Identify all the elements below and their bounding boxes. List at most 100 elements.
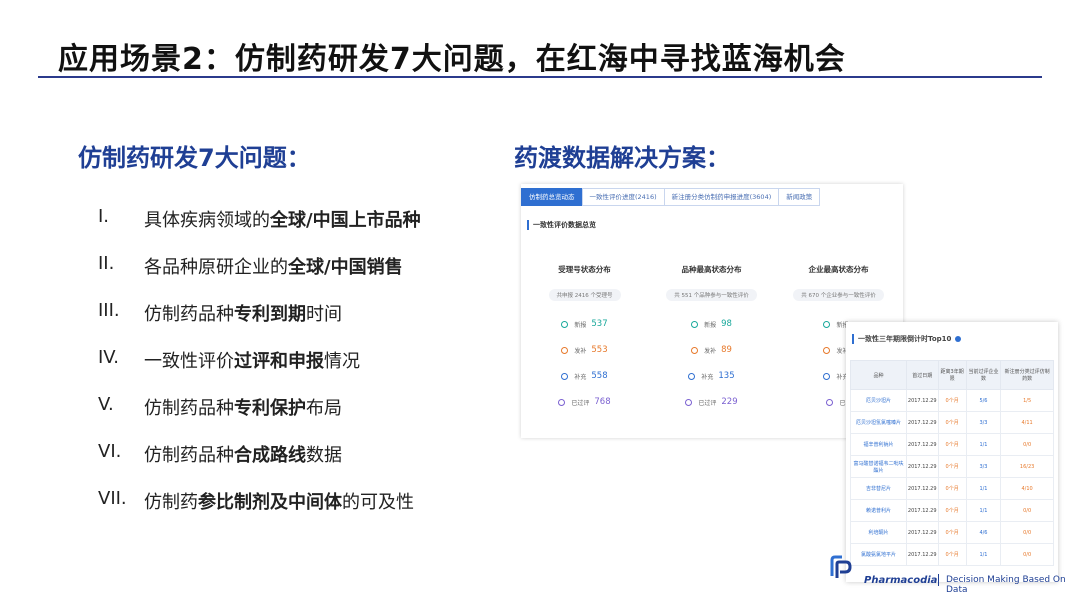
- cell-passed: 3/3: [965, 411, 1002, 434]
- item-text: 仿制药品种: [144, 304, 234, 325]
- solutions-heading: 药渡数据解决方案：: [514, 144, 730, 172]
- tab-generic-overview[interactable]: 仿制药总览动态: [521, 188, 583, 206]
- brand-tagline: Decision Making Based On Data: [946, 575, 1066, 595]
- cell-countdown: 0个月: [937, 455, 967, 478]
- item-number: IV.: [98, 347, 120, 368]
- table-row[interactable]: 福辛普利钠片 2017.12.29 0个月 1/1 0/0: [850, 433, 1054, 456]
- table-row[interactable]: 氯酸氨氯地平片 2017.12.29 0个月 1/1 0/0: [850, 543, 1054, 566]
- column-header: 首过日期: [905, 360, 939, 390]
- cell-drug[interactable]: 福辛普利钠片: [850, 433, 907, 456]
- table-row[interactable]: 赖诺普利片 2017.12.29 0个月 1/1 0/0: [850, 499, 1054, 522]
- stat-value: 89: [721, 345, 732, 355]
- column-heading: 受理号状态分布: [558, 265, 611, 274]
- stat-label: 补充: [574, 373, 587, 381]
- pharmacodia-logo-icon: [830, 555, 852, 578]
- stat-value: 553: [591, 345, 608, 355]
- item-number: VI.: [98, 441, 122, 462]
- table-row[interactable]: 利培酮片 2017.12.29 0个月 4/6 0/0: [850, 521, 1054, 544]
- table-row[interactable]: 厄贝沙坦氢氯噻嗪片 2017.12.29 0个月 3/3 4/11: [850, 411, 1054, 434]
- status-dot-icon: [561, 372, 569, 380]
- table-row[interactable]: 吉非替尼片 2017.12.29 0个月 1/1 4/10: [850, 477, 1054, 500]
- item-text: 布局: [306, 398, 342, 419]
- cell-drug[interactable]: 富马酸替诺福韦二吡呋酯片: [850, 455, 907, 478]
- table-row[interactable]: 富马酸替诺福韦二吡呋酯片 2017.12.29 0个月 3/3 16/23: [850, 455, 1054, 478]
- column-heading: 企业最高状态分布: [808, 265, 869, 274]
- column-header: 品种: [850, 360, 907, 390]
- cell-passed: 1/1: [965, 477, 1002, 500]
- panel-tabs: 仿制药总览动态 一致性评价进度(2416) 新注册分类仿制药申报进度(3604)…: [521, 188, 821, 206]
- stat-label: 已过评: [698, 399, 717, 407]
- item-number: V.: [98, 394, 114, 415]
- stat-label: 已: [839, 399, 846, 407]
- stat-row: 发补 89: [648, 337, 775, 363]
- tab-new-registration-progress[interactable]: 新注册分类仿制药申报进度(3604): [663, 188, 780, 206]
- stat-label: 新报: [704, 321, 717, 329]
- stat-value: 537: [591, 319, 608, 329]
- total-pill: 共 551 个品种参与一致性评价: [666, 289, 757, 301]
- cell-date: 2017.12.29: [905, 477, 939, 500]
- item-text: 具体疾病领域的: [144, 210, 270, 231]
- item-number: II.: [98, 253, 115, 274]
- column-header: 距离3年期限: [937, 360, 967, 390]
- cell-date: 2017.12.29: [905, 521, 939, 544]
- stat-value: 98: [721, 319, 732, 329]
- title-divider: [38, 76, 1042, 78]
- cell-passed: 1/1: [965, 499, 1002, 522]
- info-icon[interactable]: [955, 336, 962, 342]
- cell-new-class: 0/0: [1000, 521, 1054, 544]
- table-row[interactable]: 厄贝沙坦片 2017.12.29 0个月 5/6 1/5: [850, 389, 1054, 412]
- top10-table: 品种 首过日期 距离3年期限 当前过评企业数 新注册分类过评仿制药数 厄贝沙坦片…: [850, 360, 1054, 566]
- item-text: 时间: [306, 304, 342, 325]
- stat-value: 229: [721, 397, 738, 407]
- stat-value: 558: [591, 371, 608, 381]
- cell-drug[interactable]: 厄贝沙坦氢氯噻嗪片: [850, 411, 907, 434]
- cell-drug[interactable]: 赖诺普利片: [850, 499, 907, 522]
- cell-date: 2017.12.29: [905, 433, 939, 456]
- cell-drug[interactable]: 厄贝沙坦片: [850, 389, 907, 412]
- tab-news-policy[interactable]: 新闻政策: [778, 188, 821, 206]
- total-pill: 共 670 个企业参与一致性评价: [793, 289, 884, 301]
- item-text: 仿制药: [144, 492, 198, 513]
- item-bold: 合成路线: [234, 445, 306, 466]
- list-item: II. 各品种原研企业的全球/中国销售: [98, 253, 421, 300]
- status-dot-icon: [688, 372, 696, 380]
- list-item: V. 仿制药品种专利保护布局: [98, 394, 421, 441]
- stat-row: 新报 537: [521, 311, 648, 337]
- list-item: III. 仿制药品种专利到期时间: [98, 300, 421, 347]
- item-bold: 专利保护: [234, 398, 306, 419]
- cell-countdown: 0个月: [937, 499, 967, 522]
- cell-date: 2017.12.29: [905, 499, 939, 522]
- stat-label: 发补: [704, 347, 717, 355]
- item-text: 仿制药品种: [144, 445, 234, 466]
- stat-column: 品种最高状态分布 共 551 个品种参与一致性评价 新报 98 发补 89 补充 13…: [648, 264, 775, 415]
- status-dot-icon: [823, 372, 831, 380]
- item-text: 的可及性: [342, 492, 414, 513]
- list-item: IV. 一致性评价过评和申报情况: [98, 347, 421, 394]
- cell-countdown: 0个月: [937, 411, 967, 434]
- item-text: 情况: [324, 351, 360, 372]
- stat-row: 补充 135: [648, 363, 775, 389]
- item-text: 各品种原研企业的: [144, 257, 288, 278]
- cell-date: 2017.12.29: [905, 411, 939, 434]
- item-number: I.: [98, 206, 110, 227]
- stat-label: 发补: [574, 347, 587, 355]
- item-bold: 全球/中国上市品种: [270, 210, 421, 231]
- stat-row: 已过评 229: [648, 389, 775, 415]
- cell-drug[interactable]: 氯酸氨氯地平片: [850, 543, 907, 566]
- status-dot-icon: [691, 320, 699, 328]
- status-dot-icon: [691, 346, 699, 354]
- cell-drug[interactable]: 吉非替尼片: [850, 477, 907, 500]
- panel-title: 一致性三年期限倒计时Top10: [852, 334, 962, 344]
- total-pill: 共申报 2416 个受理号: [548, 289, 621, 301]
- panel-subtitle: 一致性评价数据总览: [527, 220, 596, 230]
- item-text: 数据: [306, 445, 342, 466]
- column-heading: 品种最高状态分布: [681, 265, 742, 274]
- cell-drug[interactable]: 利培酮片: [850, 521, 907, 544]
- status-dot-icon: [558, 398, 566, 406]
- list-item: VI. 仿制药品种合成路线数据: [98, 441, 421, 488]
- cell-new-class: 1/5: [1000, 389, 1054, 412]
- tab-consistency-progress[interactable]: 一致性评价进度(2416): [581, 188, 665, 206]
- brand-name: Pharmacodia: [864, 575, 938, 586]
- status-dot-icon: [685, 398, 693, 406]
- stat-row: 新报 98: [648, 311, 775, 337]
